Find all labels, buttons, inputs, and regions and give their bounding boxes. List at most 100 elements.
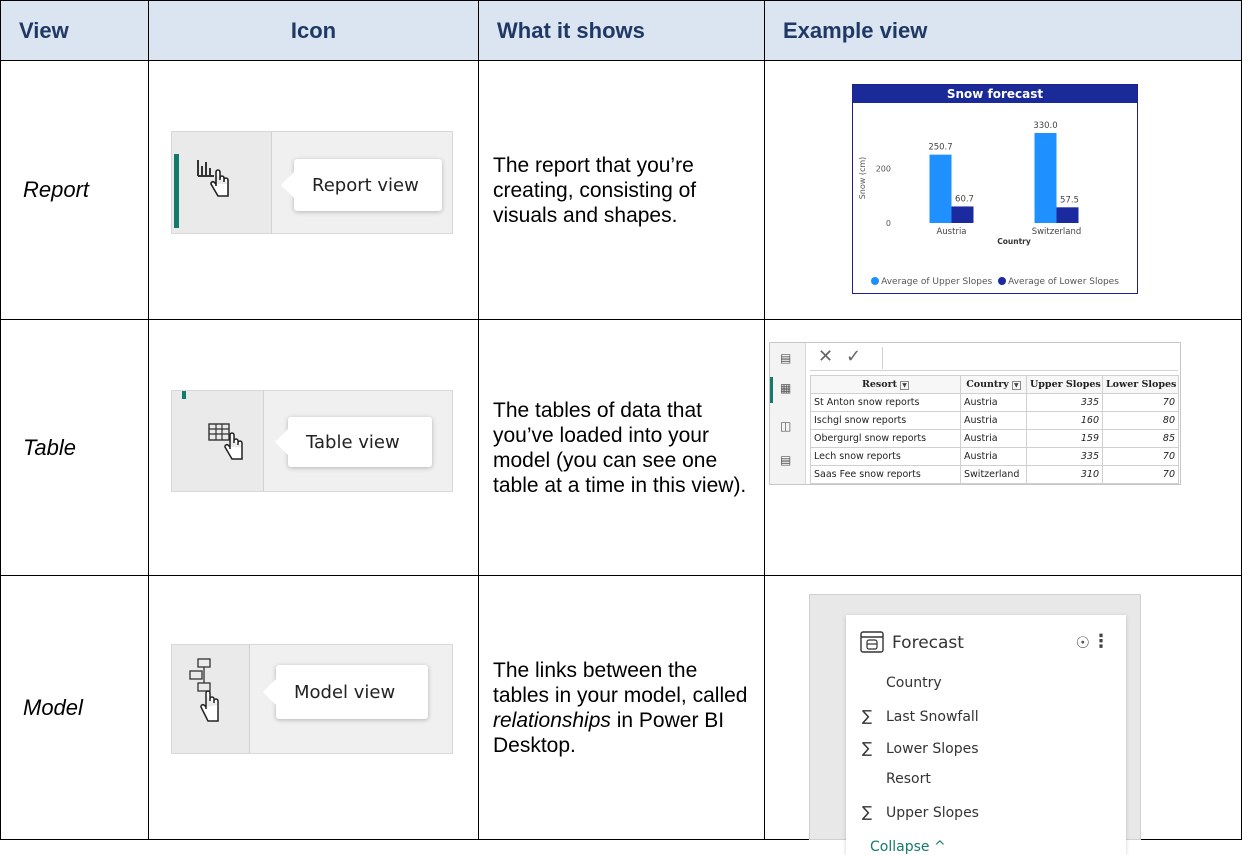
bar (929, 154, 952, 223)
column-header[interactable]: Lower Slopes▼ (1102, 375, 1179, 394)
field-item[interactable]: ∑ Upper Slopes (862, 803, 979, 821)
report-view-icon[interactable] (196, 156, 242, 206)
table-row: St Anton snow reports Austria 335 70 (810, 393, 1179, 412)
cell: Austria (960, 411, 1027, 430)
header-what-it-shows: What it shows (478, 0, 765, 61)
table-view-tooltip: Table view (275, 417, 432, 467)
forecast-table-card[interactable]: Forecast ☉ ⋮ Country ∑ Last Snowfall ∑ Low… (846, 615, 1126, 855)
table-row: Saas Fee snow reports Switzerland 310 70 (810, 465, 1179, 484)
column-header[interactable]: Country ▼ (960, 375, 1027, 394)
card-header: Forecast ☉ ⋮ (860, 631, 1112, 655)
example-model: Forecast ☉ ⋮ Country ∑ Last Snowfall ∑ Low… (764, 575, 1242, 855)
y-axis-label: Snow (cm) (858, 157, 867, 200)
field-item[interactable]: Country (862, 675, 942, 691)
data-label: 330.0 (1033, 121, 1057, 131)
active-indicator (174, 154, 179, 228)
visibility-icon[interactable]: ☉ (1076, 633, 1090, 652)
model-view-icon-screenshot: Model view (171, 644, 453, 754)
sum-icon: ∑ (862, 739, 873, 757)
sum-icon: ∑ (862, 707, 873, 725)
filter-dropdown-icon[interactable]: ▼ (1011, 381, 1021, 390)
example-report: Snow forecast Snow (cm) 0 200 250.7 60.7 Aust… (764, 60, 1242, 320)
table-icon[interactable]: ▦ (780, 381, 791, 395)
table-view-icon-screenshot: Table view (171, 390, 453, 492)
chart-title: Snow forecast (853, 85, 1137, 103)
more-options-icon[interactable]: ⋮ (1092, 631, 1110, 652)
snow-forecast-chart: Snow forecast Snow (cm) 0 200 250.7 60.7 Aust… (852, 84, 1138, 294)
cell: 159 (1026, 429, 1103, 448)
model-view-tooltip: Model view (263, 665, 428, 719)
cell: Obergurgl snow reports (810, 429, 961, 448)
field-item[interactable]: Resort (862, 771, 931, 787)
view-name-model: Model (0, 575, 149, 840)
model-canvas: Forecast ☉ ⋮ Country ∑ Last Snowfall ∑ Low… (809, 594, 1141, 855)
formula-separator (882, 347, 883, 369)
cell: Austria (960, 447, 1027, 466)
view-name-table: Table (0, 319, 149, 576)
table-row: Lech snow reports Austria 335 70 (810, 447, 1179, 466)
views-table: View Icon What it shows Example view Rep… (0, 0, 1242, 855)
cancel-icon[interactable]: ✕ (818, 346, 833, 367)
table-row: Obergurgl snow reports Austria 159 85 (810, 429, 1179, 448)
cell: 70 (1102, 465, 1179, 484)
report-view-tooltip: Report view (281, 159, 442, 211)
cell: 70 (1102, 447, 1179, 466)
cell: 85 (1102, 429, 1179, 448)
table-icon (860, 631, 884, 653)
row-report: Report Report view The report that you’r… (0, 60, 1242, 320)
icon-cell-table: Table view (148, 319, 479, 576)
dax-icon[interactable]: ▤ (780, 453, 791, 467)
description-report: The report that you’re creating, consist… (478, 60, 765, 320)
data-grid: Resort▼ Country▼ Upper Slopes▼ Lower Slo… (810, 375, 1179, 484)
table-view-screenshot: ▤ ▦ ◫ ▤ ✕ ✓ Resort ▼ Country ▼ Upper Slo… (769, 342, 1181, 485)
bar (1034, 133, 1057, 223)
header-example-view: Example view (764, 0, 1242, 61)
data-label: 57.5 (1060, 195, 1079, 205)
report-icon[interactable]: ▤ (780, 351, 791, 365)
view-name-report: Report (0, 60, 149, 320)
collapse-button[interactable]: Collapse ^ (870, 839, 946, 855)
table-view-icon[interactable] (208, 423, 256, 463)
report-view-icon-screenshot: Report view (171, 131, 453, 234)
cell: Switzerland (960, 465, 1027, 484)
y-tick-label: 0 (886, 219, 891, 228)
cell: Austria (960, 393, 1027, 412)
cell: Lech snow reports (810, 447, 961, 466)
active-indicator (770, 377, 773, 403)
confirm-icon[interactable]: ✓ (846, 346, 861, 367)
row-table: Table Table view The tables of data that… (0, 319, 1242, 576)
cell: 335 (1026, 393, 1103, 412)
active-indicator (182, 391, 186, 399)
legend-upper: Average of Upper Slopes (881, 277, 993, 287)
model-view-icon[interactable] (188, 657, 236, 753)
legend-dot-upper (871, 277, 880, 285)
cell: Ischgl snow reports (810, 411, 961, 430)
cell: 70 (1102, 393, 1179, 412)
cell: 80 (1102, 411, 1179, 430)
chart-legend: Average of Upper Slopes Average of Lower… (853, 277, 1137, 287)
grid-header-row: Resort▼ Country▼ Upper Slopes▼ Lower Slo… (810, 375, 1179, 394)
relationships-term: relationships (493, 708, 611, 732)
cell: Saas Fee snow reports (810, 465, 961, 484)
column-header[interactable]: Upper Slopes▼ (1026, 375, 1103, 394)
column-header[interactable]: Resort ▼ (810, 375, 961, 394)
icon-cell-model: Model view (148, 575, 479, 840)
card-title: Forecast (892, 633, 964, 653)
data-label: 60.7 (955, 194, 974, 204)
description-table: The tables of data that you’ve loaded in… (478, 319, 765, 576)
cell: 310 (1026, 465, 1103, 484)
field-item[interactable]: ∑ Last Snowfall (862, 707, 979, 725)
field-item[interactable]: ∑ Lower Slopes (862, 739, 979, 757)
side-rail: ▤ ▦ ◫ ▤ (770, 343, 806, 484)
filter-dropdown-icon[interactable]: ▼ (900, 381, 910, 390)
model-icon[interactable]: ◫ (780, 419, 791, 433)
description-model: The links between the tables in your mod… (478, 575, 765, 840)
legend-dot-lower (998, 277, 1007, 285)
bar (1056, 207, 1079, 223)
row-model: Model Model view The links between the t… (0, 575, 1242, 855)
table-row: Ischgl snow reports Austria 160 80 (810, 411, 1179, 430)
legend-lower: Average of Lower Slopes (1008, 277, 1119, 287)
header-row: View Icon What it shows Example view (0, 0, 1242, 61)
cell: Austria (960, 429, 1027, 448)
sum-icon: ∑ (862, 803, 873, 821)
